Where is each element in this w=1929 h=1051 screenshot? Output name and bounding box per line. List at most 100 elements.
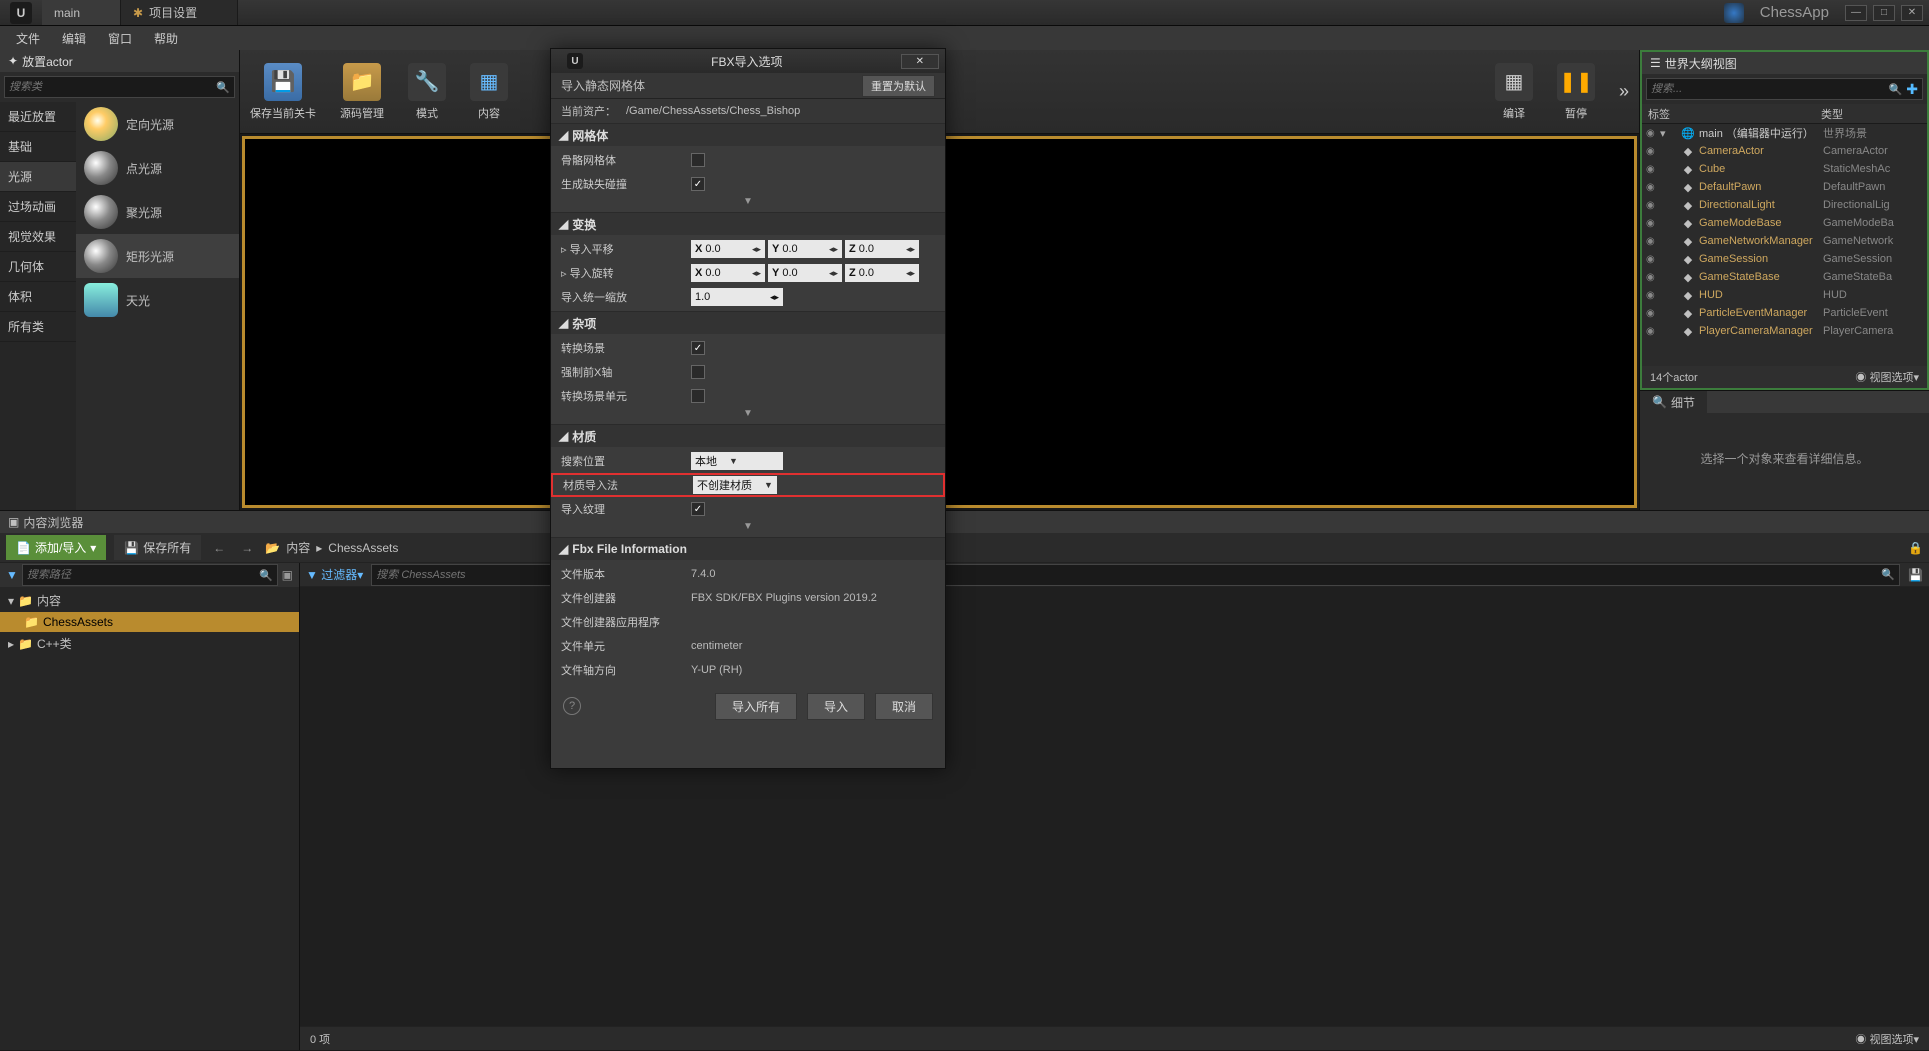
help-icon[interactable]: ? — [563, 697, 581, 715]
cancel-button[interactable]: 取消 — [875, 693, 933, 720]
search-classes-input[interactable]: 🔍 — [4, 76, 235, 98]
light-icon: ✦ — [8, 54, 18, 68]
skeletal-checkbox[interactable] — [691, 153, 705, 167]
expander-icon[interactable]: ▼ — [551, 196, 945, 210]
translate-z-input[interactable]: Z0.0◂▸ — [845, 240, 919, 258]
save-icon[interactable]: 💾 — [1908, 568, 1923, 582]
section-fbx-info[interactable]: ◢ Fbx File Information — [551, 538, 945, 560]
save-level-button[interactable]: 💾保存当前关卡 — [250, 63, 316, 121]
filter-icon[interactable]: ▼ — [6, 568, 18, 582]
outliner-row[interactable]: ◉◆HUDHUD — [1642, 286, 1927, 304]
compile-button[interactable]: ▦编译 — [1495, 63, 1533, 121]
content-button[interactable]: ▦内容 — [470, 63, 508, 121]
menu-window[interactable]: 窗口 — [98, 27, 142, 50]
nav-forward-button[interactable]: → — [237, 541, 257, 555]
cat-volumes[interactable]: 体积 — [0, 282, 76, 312]
convert-scene-checkbox[interactable] — [691, 341, 705, 355]
expand-icon[interactable]: ▣ — [282, 568, 293, 582]
pause-button[interactable]: ❚❚暂停 — [1557, 63, 1595, 121]
tab-project-settings[interactable]: ✱项目设置 — [121, 0, 238, 25]
search-location-dropdown[interactable]: 本地▼ — [691, 452, 783, 470]
source-control-button[interactable]: 📁源码管理 — [340, 63, 384, 121]
view-options-button[interactable]: ◉ 视图选项▾ — [1855, 369, 1919, 385]
outliner-row[interactable]: ◉◆PlayerCameraManagerPlayerCamera — [1642, 322, 1927, 340]
outliner-row[interactable]: ◉◆CubeStaticMeshAc — [1642, 160, 1927, 178]
translate-x-input[interactable]: X0.0◂▸ — [691, 240, 765, 258]
crumb-folder[interactable]: ChessAssets — [328, 541, 398, 555]
save-all-button[interactable]: 💾保存所有 — [114, 535, 201, 560]
nav-back-button[interactable]: ← — [209, 541, 229, 555]
tab-main[interactable]: main — [42, 0, 121, 25]
import-button[interactable]: 导入 — [807, 693, 865, 720]
outliner-row[interactable]: ◉◆GameSessionGameSession — [1642, 250, 1927, 268]
rotate-z-input[interactable]: Z0.0◂▸ — [845, 264, 919, 282]
list-item[interactable]: 点光源 — [76, 146, 239, 190]
outliner-row[interactable]: ◉◆ParticleEventManagerParticleEvent — [1642, 304, 1927, 322]
scale-input[interactable]: 1.0◂▸ — [691, 288, 783, 306]
reset-defaults-button[interactable]: 重置为默认 — [862, 75, 935, 97]
maximize-button[interactable]: □ — [1873, 5, 1895, 21]
force-x-checkbox[interactable] — [691, 365, 705, 379]
details-tab[interactable]: 🔍细节 — [1640, 391, 1707, 414]
outliner-row[interactable]: ◉◆DirectionalLightDirectionalLig — [1642, 196, 1927, 214]
cat-recent[interactable]: 最近放置 — [0, 102, 76, 132]
filter-button[interactable]: ▼ 过滤器▾ — [306, 566, 363, 583]
minimize-button[interactable]: — — [1845, 5, 1867, 21]
view-options-button[interactable]: ◉ 视图选项▾ — [1855, 1031, 1919, 1047]
material-import-dropdown[interactable]: 不创建材质▼ — [693, 476, 777, 494]
add-import-button[interactable]: 📄添加/导入▾ — [6, 535, 106, 560]
cat-all[interactable]: 所有类 — [0, 312, 76, 342]
translate-y-input[interactable]: Y0.0◂▸ — [768, 240, 842, 258]
outliner-row[interactable]: ◉◆CameraActorCameraActor — [1642, 142, 1927, 160]
outliner-row[interactable]: ◉◆DefaultPawnDefaultPawn — [1642, 178, 1927, 196]
rotate-y-input[interactable]: Y0.0◂▸ — [768, 264, 842, 282]
prop-translate-label: ▹ 导入平移 — [561, 241, 691, 257]
add-icon[interactable]: ✚ — [1906, 81, 1918, 98]
src-content[interactable]: ▾📁内容 — [0, 589, 299, 612]
section-transform[interactable]: ◢ 变换 — [551, 213, 945, 235]
dialog-close-button[interactable]: ✕ — [901, 54, 939, 69]
outliner-row[interactable]: ◉◆GameModeBaseGameModeBa — [1642, 214, 1927, 232]
list-item[interactable]: 天光 — [76, 278, 239, 322]
cat-vfx[interactable]: 视觉效果 — [0, 222, 76, 252]
outliner-search[interactable]: 🔍✚ — [1646, 78, 1923, 100]
src-chessassets[interactable]: 📁ChessAssets — [0, 612, 299, 632]
close-button[interactable]: ✕ — [1901, 5, 1923, 21]
crumb-content[interactable]: 内容 — [286, 539, 310, 556]
section-material[interactable]: ◢ 材质 — [551, 425, 945, 447]
menu-help[interactable]: 帮助 — [144, 27, 188, 50]
lock-icon[interactable]: 🔒 — [1908, 541, 1923, 555]
folder-icon: 📂 — [265, 541, 280, 555]
cat-cinematic[interactable]: 过场动画 — [0, 192, 76, 222]
rotate-x-input[interactable]: X0.0◂▸ — [691, 264, 765, 282]
list-item[interactable]: 矩形光源 — [76, 234, 239, 278]
import-all-button[interactable]: 导入所有 — [715, 693, 797, 720]
expander-icon[interactable]: ▼ — [551, 521, 945, 535]
outliner-row[interactable]: ◉◆GameStateBaseGameStateBa — [1642, 268, 1927, 286]
chevron-right-icon[interactable]: » — [1619, 81, 1629, 102]
actor-icon: ◆ — [1680, 216, 1696, 230]
cat-lights[interactable]: 光源 — [0, 162, 76, 192]
menu-edit[interactable]: 编辑 — [52, 27, 96, 50]
import-textures-checkbox[interactable] — [691, 502, 705, 516]
mode-button[interactable]: 🔧模式 — [408, 63, 446, 121]
spot-light-icon — [84, 195, 118, 229]
outliner-root[interactable]: ◉▾🌐main （编辑器中运行）世界场景 — [1642, 124, 1927, 142]
convert-unit-checkbox[interactable] — [691, 389, 705, 403]
expander-icon[interactable]: ▼ — [551, 408, 945, 422]
outliner-row[interactable]: ◉◆GameNetworkManagerGameNetwork — [1642, 232, 1927, 250]
src-cpp[interactable]: ▸📁C++类 — [0, 632, 299, 655]
list-item[interactable]: 定向光源 — [76, 102, 239, 146]
sources-search[interactable]: 🔍 — [22, 564, 278, 586]
section-mesh[interactable]: ◢ 网格体 — [551, 124, 945, 146]
asset-grid[interactable] — [300, 587, 1929, 1026]
directional-light-icon — [84, 107, 118, 141]
marketplace-icon[interactable] — [1724, 3, 1744, 23]
collision-checkbox[interactable] — [691, 177, 705, 191]
list-item[interactable]: 聚光源 — [76, 190, 239, 234]
menu-file[interactable]: 文件 — [6, 27, 50, 50]
section-misc[interactable]: ◢ 杂项 — [551, 312, 945, 334]
cat-geometry[interactable]: 几何体 — [0, 252, 76, 282]
cat-basic[interactable]: 基础 — [0, 132, 76, 162]
dialog-titlebar[interactable]: U FBX导入选项 ✕ — [551, 49, 945, 73]
